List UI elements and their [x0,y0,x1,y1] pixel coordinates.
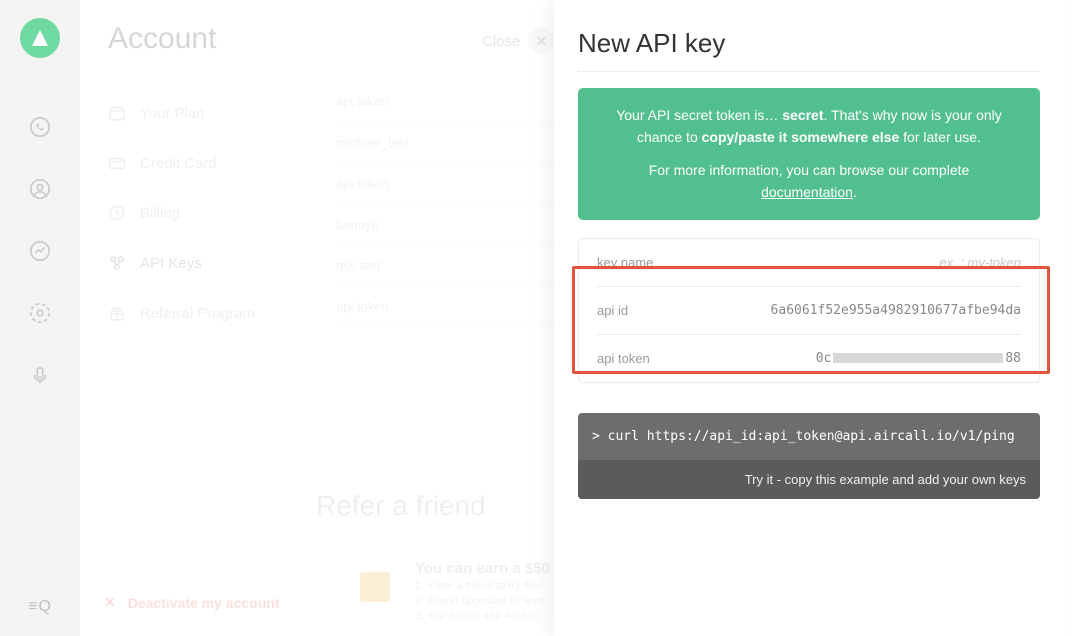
settings-icon[interactable] [29,302,51,324]
keyname-row[interactable]: key name ex. : my-token [597,239,1021,286]
phone-icon[interactable] [29,116,51,138]
drawer-title: New API key [578,28,1040,59]
refer-heading: You can earn a $50 [415,560,550,577]
icon-rail: ≡Q [0,0,80,636]
user-icon[interactable] [29,178,51,200]
referral-icon [108,304,126,322]
curl-example: > curl https://api_id:api_token@api.airc… [578,413,1040,499]
divider [578,71,1040,72]
apiid-row[interactable]: api id 6a6061f52e955a4982910677afbe94da [597,287,1021,334]
settings-menu: Your Plan Credit Card Billing API Keys R… [100,88,300,338]
chart-icon[interactable] [29,240,51,262]
new-api-key-drawer: New API key Your API secret token is… se… [554,0,1064,636]
apitoken-row[interactable]: api token 0c88 [597,335,1021,382]
creditcard-icon [108,154,126,172]
app-logo[interactable] [20,18,60,58]
x-icon: ✕ [104,594,116,611]
menu-label: Referral Program [140,305,255,322]
menu-label: Your Plan [140,105,205,122]
close-label: Close [482,33,520,50]
menu-label: API Keys [140,255,202,272]
rail-bottom-glyph[interactable]: ≡Q [28,598,52,616]
keyname-hint: ex. : my-token [939,255,1021,270]
page-title: Account [108,22,216,56]
documentation-link[interactable]: documentation [761,184,853,200]
deactivate-account-button[interactable]: ✕ Deactivate my account [104,594,279,611]
deactivate-label: Deactivate my account [128,595,280,611]
close-icon: ✕ [528,28,554,54]
billing-icon [108,204,126,222]
plan-icon [108,104,126,122]
gift-icon [360,572,390,602]
secret-notice: Your API secret token is… secret. That's… [578,88,1040,220]
menu-item-api-keys[interactable]: API Keys [100,238,300,288]
apiid-label: api id [597,303,628,318]
obscured-token [833,353,1003,363]
close-button[interactable]: Close ✕ [482,28,554,54]
menu-item-credit-card[interactable]: Credit Card [100,138,300,188]
apiid-value: 6a6061f52e955a4982910677afbe94da [771,303,1021,318]
menu-label: Credit Card [140,155,217,172]
keyname-label: key name [597,255,653,270]
apikeys-icon [108,254,126,272]
menu-item-referral[interactable]: Referral Program [100,288,300,338]
refer-title: Refer a friend [316,490,486,522]
refer-block: You can earn a $50 1. Invite a friend to… [415,560,550,622]
mic-icon[interactable] [29,364,51,386]
menu-label: Billing [140,205,180,222]
apitoken-label: api token [597,351,650,366]
menu-item-your-plan[interactable]: Your Plan [100,88,300,138]
menu-item-billing[interactable]: Billing [100,188,300,238]
apitoken-value: 0c88 [816,351,1021,366]
curl-code[interactable]: > curl https://api_id:api_token@api.airc… [578,413,1040,460]
curl-hint: Try it - copy this example and add your … [578,460,1040,499]
api-key-card: key name ex. : my-token api id 6a6061f52… [578,238,1040,383]
